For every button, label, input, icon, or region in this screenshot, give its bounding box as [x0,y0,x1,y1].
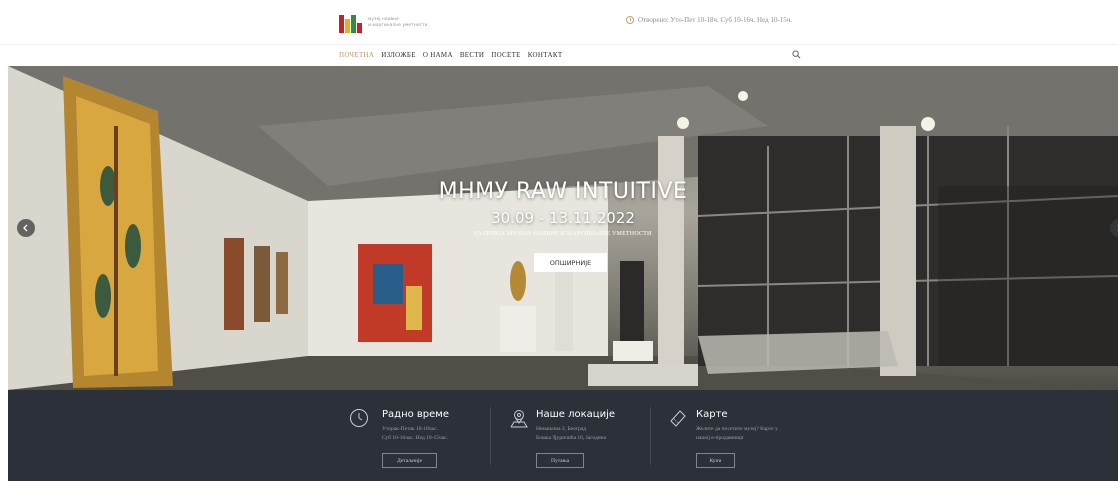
logo-text: музеј наивне и маргиналне уметности [368,17,428,29]
info-locations-line-2: Бошка Ђуричића 10, Јагодина [536,435,607,441]
logo-mark-icon [339,13,363,33]
info-hours: Радно време Уторак-Петак 10-18час. Суб 1… [343,390,493,481]
info-hours-line-2: Суб 10-16час. Нед 10-15час. [382,435,448,441]
info-locations: Наше локације Немањина 2, Београд Бошка … [505,390,655,481]
clock-icon [626,16,634,24]
info-hours-line-1: Уторак-Петак 10-18час. [382,426,438,432]
hero-title: MHMУ RAW INTUITIVE [438,179,688,204]
hero-subtitle: ГАЛЕРИЈА МУЗЕЈА НАИВНЕ И МАРГИНАЛНЕ УМЕТ… [474,231,652,237]
info-tickets-line-1: Желите да посетите музеј? Карте у [696,426,778,432]
buy-button[interactable]: Купи [696,453,735,468]
info-tickets-line-2: нашој е-продавници [696,435,744,441]
nav-item-about[interactable]: О НАМА [423,51,453,59]
top-bar: музеј наивне и маргиналне уметности Отво… [0,0,1118,44]
hero-slider: MHMУ RAW INTUITIVE 30.09 - 13.11.2022 ГА… [8,66,1118,390]
divider [490,407,491,465]
divider [650,407,651,465]
clock-icon [350,409,368,427]
info-tickets: Карте Желите да посетите музеј? Карте у … [664,390,834,481]
chevron-left-icon [23,224,28,232]
map-pin-icon [510,410,528,428]
more-button[interactable]: ОПШИРНИЈЕ [534,253,607,272]
search-icon[interactable] [792,50,801,59]
info-band: Радно време Уторак-Петак 10-18час. Суб 1… [8,390,1118,481]
nav-item-news[interactable]: ВЕСТИ [460,51,484,59]
nav-item-exhibitions[interactable]: ИЗЛОЖБЕ [381,51,416,59]
nav-item-contact[interactable]: КОНТАКТ [528,51,563,59]
details-button[interactable]: Детаљније [382,453,437,468]
slider-prev-button[interactable] [17,219,35,237]
museum-logo[interactable]: музеј наивне и маргиналне уметности [339,13,428,33]
main-nav: ПОЧЕТНА ИЗЛОЖБЕ О НАМА ВЕСТИ ПОСЕТЕ КОНТ… [0,44,1118,66]
nav-item-home[interactable]: ПОЧЕТНА [339,51,374,59]
ticket-icon [670,410,686,427]
gallery-photo [8,66,1118,390]
hero-dates: 30.09 - 13.11.2022 [491,209,635,227]
opening-hours-text: Отворено: Уто-Пет 10-18ч. Суб 10-16ч. Не… [638,16,793,24]
info-locations-title: Наше локације [536,409,616,420]
info-hours-title: Радно време [382,409,449,420]
nav-item-visits[interactable]: ПОСЕТЕ [491,51,521,59]
logo-line-2: и маргиналне уметности [368,23,428,28]
info-tickets-title: Карте [696,409,728,420]
opening-hours: Отворено: Уто-Пет 10-18ч. Суб 10-16ч. Не… [626,16,792,24]
directions-button[interactable]: Путања [536,453,584,468]
info-locations-line-1: Немањина 2, Београд [536,426,587,432]
nav-menu: ПОЧЕТНА ИЗЛОЖБЕ О НАМА ВЕСТИ ПОСЕТЕ КОНТ… [339,51,569,59]
